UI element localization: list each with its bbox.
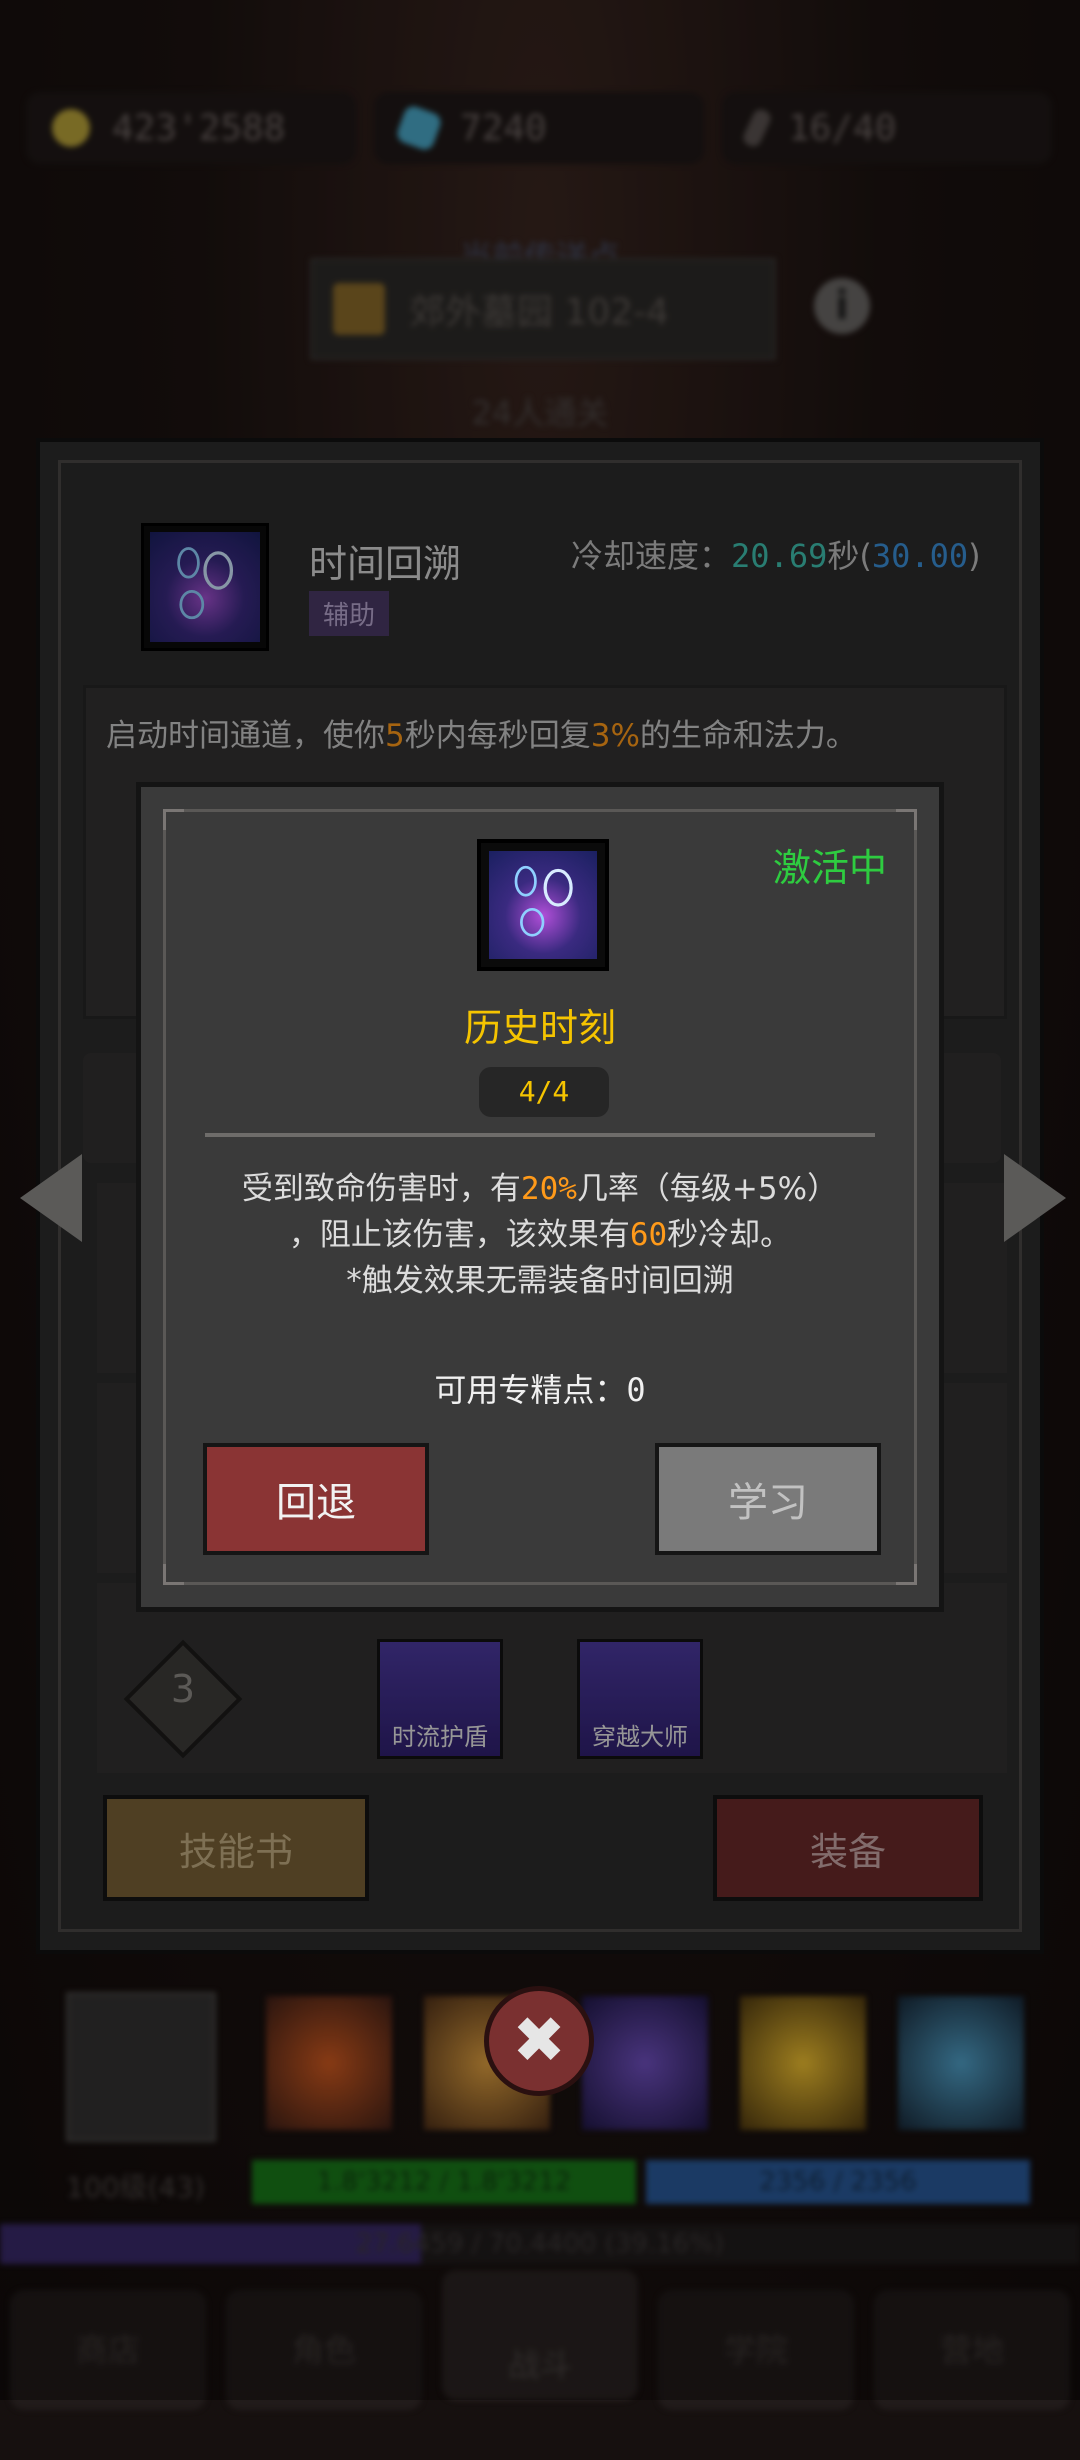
back-button[interactable]: 回退: [203, 1443, 429, 1555]
nav-character[interactable]: 角色: [226, 2290, 422, 2410]
skill-icon-frame: [141, 523, 269, 651]
history-moment-icon: [489, 851, 597, 959]
gold-value: 423'2588: [112, 107, 286, 149]
nav-academy[interactable]: 学院: [658, 2290, 854, 2410]
talent-level-pill: 4/4: [479, 1067, 609, 1117]
mp-bar: 2356 / 2356: [646, 2160, 1030, 2204]
level-text: 100级(43): [66, 2171, 205, 2204]
gold-counter: 423'2588: [26, 92, 356, 164]
points-value: 0: [626, 1371, 646, 1409]
feather-value: 16/40: [788, 107, 897, 149]
hp-bar: 1.8'3212 / 1.8'3212: [252, 2160, 636, 2204]
gem-value: 7240: [460, 107, 547, 149]
talent-title: 历史时刻: [463, 1006, 616, 1050]
cooldown-current: 20.69: [731, 537, 828, 575]
skill-name: 时间回溯: [309, 542, 462, 586]
feather-counter: 16/40: [722, 92, 1052, 164]
skillbook-button[interactable]: 技能书: [103, 1795, 369, 1901]
equip-button[interactable]: 装备: [713, 1795, 983, 1901]
teleport-location: 郊外墓园 102-4: [409, 292, 670, 333]
gem-counter: 7240: [374, 92, 704, 164]
cooldown-base: 30.00: [871, 537, 969, 575]
gold-coin-icon: [52, 109, 90, 147]
exp-bar: 27.6459 / 70.4400 (39.16%): [0, 2224, 1080, 2264]
learn-button[interactable]: 学习: [655, 1443, 881, 1555]
feather-icon: [740, 106, 774, 150]
available-points: 可用专精点：0: [434, 1371, 646, 1409]
nav-camp[interactable]: 营地: [874, 2290, 1070, 2410]
blue-gem-icon: [394, 103, 444, 153]
cleared-count: 24人通关: [471, 394, 609, 432]
skill-slot-fire[interactable]: [266, 1996, 392, 2130]
talent-node-time-shield[interactable]: 时流护盾: [377, 1639, 503, 1759]
talent-icon-frame: [477, 839, 609, 971]
hero-avatar[interactable]: [66, 1992, 216, 2142]
info-icon[interactable]: i: [814, 278, 870, 334]
skill-slot-4[interactable]: [740, 1996, 866, 2130]
prev-arrow-icon[interactable]: [20, 1154, 82, 1242]
skill-slot-5[interactable]: [898, 1996, 1024, 2130]
next-arrow-icon[interactable]: [1004, 1154, 1066, 1242]
nav-battle[interactable]: 战斗: [442, 2270, 638, 2400]
talent-desc-line3: *触发效果无需装备时间回溯: [346, 1263, 734, 1299]
skill-slot-3[interactable]: [582, 1996, 708, 2130]
talent-desc-line2: ，阻止该伤害，该效果有60秒冷却。: [288, 1217, 792, 1253]
talent-desc-line1: 受到致命伤害时，有20%几率（每级+5%）: [241, 1171, 839, 1207]
skill-tag: 辅助: [309, 591, 390, 636]
talent-detail-modal: 激活中 历史时刻 4/4 受到致命伤害时，有20%几率（每级+5%） ，阻止该伤…: [136, 782, 944, 1612]
teleport-button[interactable]: 郊外墓园 102-4: [310, 258, 776, 360]
close-icon[interactable]: ✖: [484, 1986, 594, 2096]
time-rewind-icon: [150, 532, 260, 642]
bottom-nav: 商店 角色 战斗 学院 营地: [0, 2270, 1080, 2410]
map-icon: [333, 283, 385, 335]
talent-node-traverse-master[interactable]: 穿越大师: [577, 1639, 703, 1759]
skill-description: 启动时间通道，使你5秒内每秒回复3%的生命和法力。: [106, 718, 857, 754]
status-badge: 激活中: [772, 846, 887, 890]
cooldown-line: 冷却速度：20.69秒(30.00): [571, 537, 981, 575]
nav-shop[interactable]: 商店: [10, 2290, 206, 2410]
divider: [205, 1133, 875, 1137]
talent-level: 3: [170, 1667, 196, 1711]
